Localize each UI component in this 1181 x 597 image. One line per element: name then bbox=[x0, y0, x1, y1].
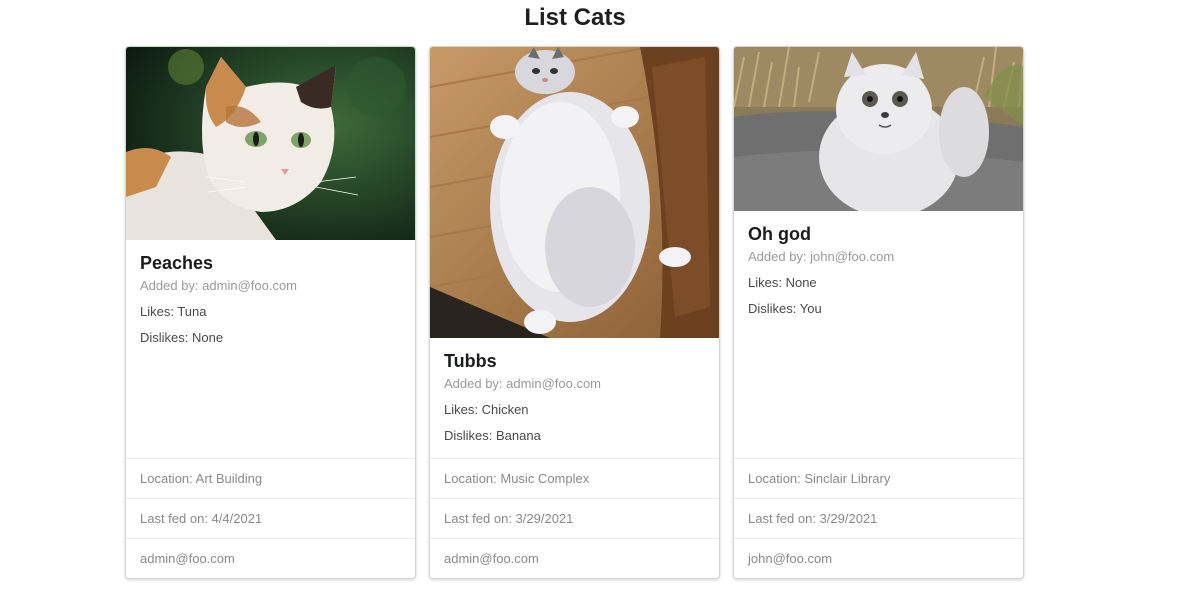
cat-card: Tubbs Added by: admin@foo.com Likes: Chi… bbox=[429, 46, 720, 579]
card-footer: Location: Art Building Last fed on: 4/4/… bbox=[126, 458, 415, 578]
cat-photo bbox=[126, 47, 415, 240]
cat-owner: john@foo.com bbox=[734, 538, 1023, 578]
cat-location: Location: Art Building bbox=[126, 458, 415, 498]
cat-owner: admin@foo.com bbox=[430, 538, 719, 578]
cat-last-fed: Last fed on: 3/29/2021 bbox=[734, 498, 1023, 538]
cat-name: Tubbs bbox=[444, 351, 497, 371]
added-by: Added by: admin@foo.com bbox=[444, 376, 602, 391]
cat-name: Oh god bbox=[748, 224, 811, 244]
cat-location: Location: Music Complex bbox=[430, 458, 719, 498]
cat-likes: Likes: Chicken bbox=[444, 402, 529, 417]
cat-owner: admin@foo.com bbox=[126, 538, 415, 578]
added-by: Added by: admin@foo.com bbox=[140, 278, 298, 293]
cat-name: Peaches bbox=[140, 253, 214, 273]
card-footer: Location: Music Complex Last fed on: 3/2… bbox=[430, 458, 719, 578]
cat-dislikes: Dislikes: Banana bbox=[444, 428, 541, 443]
cat-last-fed: Last fed on: 4/4/2021 bbox=[126, 498, 415, 538]
page-title: List Cats bbox=[524, 4, 626, 31]
cat-dislikes: Dislikes: You bbox=[748, 301, 822, 316]
cat-photo bbox=[430, 47, 719, 338]
cat-location: Location: Sinclair Library bbox=[734, 458, 1023, 498]
cat-photo bbox=[734, 47, 1023, 211]
cat-card: Oh god Added by: john@foo.com Likes: Non… bbox=[733, 46, 1024, 579]
cat-card-list: Peaches Added by: admin@foo.com Likes: T… bbox=[125, 46, 1024, 579]
added-by: Added by: john@foo.com bbox=[748, 249, 895, 264]
cat-last-fed: Last fed on: 3/29/2021 bbox=[430, 498, 719, 538]
cat-dislikes: Dislikes: None bbox=[140, 330, 224, 345]
cat-likes: Likes: None bbox=[748, 275, 817, 290]
card-footer: Location: Sinclair Library Last fed on: … bbox=[734, 458, 1023, 578]
cat-likes: Likes: Tuna bbox=[140, 304, 207, 319]
cat-card: Peaches Added by: admin@foo.com Likes: T… bbox=[125, 46, 416, 579]
